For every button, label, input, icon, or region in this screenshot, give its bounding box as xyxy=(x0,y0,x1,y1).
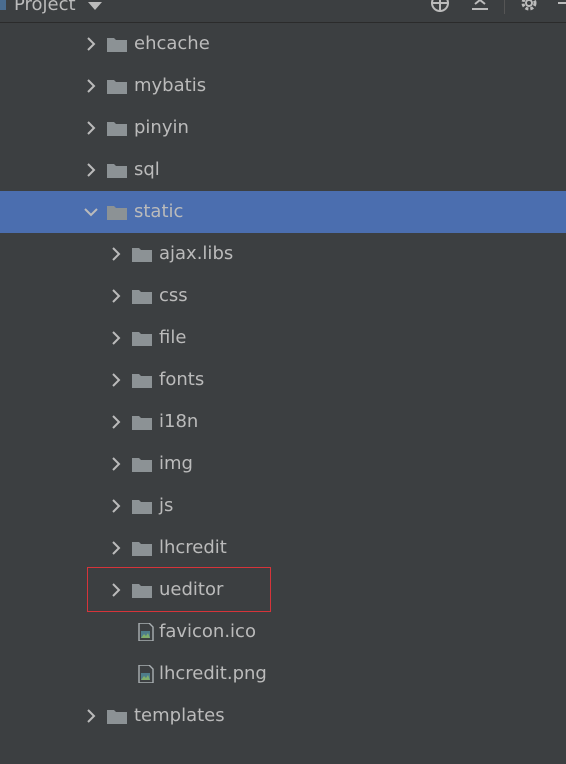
toolbar-divider xyxy=(504,0,505,14)
folder-icon xyxy=(106,119,128,137)
chevron-right-icon[interactable] xyxy=(84,708,98,724)
folder-icon xyxy=(131,539,153,557)
chevron-right-icon[interactable] xyxy=(109,540,123,556)
folder-icon xyxy=(131,329,153,347)
tree-item-label: templates xyxy=(134,705,225,726)
tree-folder-row[interactable]: file xyxy=(0,317,566,359)
chevron-right-icon[interactable] xyxy=(109,414,123,430)
chevron-right-icon[interactable] xyxy=(109,372,123,388)
tree-folder-row[interactable]: templates xyxy=(0,695,566,737)
tree-folder-row[interactable]: lhcredit xyxy=(0,527,566,569)
folder-icon xyxy=(131,455,153,473)
tree-file-row[interactable]: favicon.ico xyxy=(0,611,566,653)
tree-folder-row[interactable]: js xyxy=(0,485,566,527)
tree-file-row[interactable]: lhcredit.png xyxy=(0,653,566,695)
tree-item-label: mybatis xyxy=(134,75,207,96)
tree-item-label: file xyxy=(159,327,187,348)
hide-panel-icon[interactable] xyxy=(558,2,566,4)
folder-icon xyxy=(131,245,153,263)
tree-folder-row[interactable]: ajax.libs xyxy=(0,233,566,275)
tree-item-label: fonts xyxy=(159,369,205,390)
chevron-right-icon[interactable] xyxy=(109,582,123,598)
tree-item-label: favicon.ico xyxy=(159,621,256,642)
image-file-icon xyxy=(136,622,158,642)
panel-title[interactable]: Project xyxy=(14,0,76,15)
chevron-right-icon[interactable] xyxy=(109,330,123,346)
tree-folder-row[interactable]: sql xyxy=(0,149,566,191)
project-panel-header: Project xyxy=(0,0,566,23)
tree-folder-row[interactable]: i18n xyxy=(0,401,566,443)
chevron-right-icon[interactable] xyxy=(84,36,98,52)
tree-item-label: pinyin xyxy=(134,117,189,138)
tree-item-label: img xyxy=(159,453,193,474)
tree-item-label: ehcache xyxy=(134,33,210,54)
chevron-right-icon[interactable] xyxy=(84,162,98,178)
chevron-right-icon[interactable] xyxy=(109,456,123,472)
chevron-right-icon[interactable] xyxy=(84,120,98,136)
tree-item-label: sql xyxy=(134,159,160,180)
tree-item-label: static xyxy=(134,201,184,222)
folder-icon xyxy=(106,707,128,725)
locate-icon[interactable] xyxy=(429,0,451,14)
tree-item-label: lhcredit xyxy=(159,537,227,558)
tree-item-label: lhcredit.png xyxy=(159,663,267,684)
chevron-right-icon[interactable] xyxy=(109,246,123,262)
chevron-right-icon[interactable] xyxy=(109,498,123,514)
folder-icon xyxy=(131,413,153,431)
tree-item-label: js xyxy=(159,495,174,516)
tree-folder-row[interactable]: ueditor xyxy=(0,569,566,611)
folder-icon xyxy=(106,203,128,221)
tree-folder-row[interactable]: ehcache xyxy=(0,23,566,65)
folder-icon xyxy=(106,35,128,53)
collapse-all-icon[interactable] xyxy=(469,0,491,14)
image-file-icon xyxy=(136,664,158,684)
tree-folder-row[interactable]: css xyxy=(0,275,566,317)
tree-item-label: css xyxy=(159,285,188,306)
chevron-right-icon[interactable] xyxy=(109,288,123,304)
project-icon xyxy=(0,0,6,10)
folder-icon xyxy=(131,581,153,599)
folder-icon xyxy=(131,371,153,389)
tree-folder-row[interactable]: static xyxy=(0,191,566,233)
gear-icon[interactable] xyxy=(518,0,540,14)
folder-icon xyxy=(131,497,153,515)
tree-item-label: ueditor xyxy=(159,579,224,600)
tree-item-label: i18n xyxy=(159,411,199,432)
tree-folder-row[interactable]: mybatis xyxy=(0,65,566,107)
tree-item-label: ajax.libs xyxy=(159,243,234,264)
chevron-right-icon[interactable] xyxy=(84,78,98,94)
tree-folder-row[interactable]: pinyin xyxy=(0,107,566,149)
chevron-down-icon[interactable] xyxy=(84,204,98,220)
tree-folder-row[interactable]: fonts xyxy=(0,359,566,401)
folder-icon xyxy=(106,161,128,179)
chevron-down-icon[interactable] xyxy=(88,2,102,10)
folder-icon xyxy=(131,287,153,305)
tree-folder-row[interactable]: img xyxy=(0,443,566,485)
folder-icon xyxy=(106,77,128,95)
